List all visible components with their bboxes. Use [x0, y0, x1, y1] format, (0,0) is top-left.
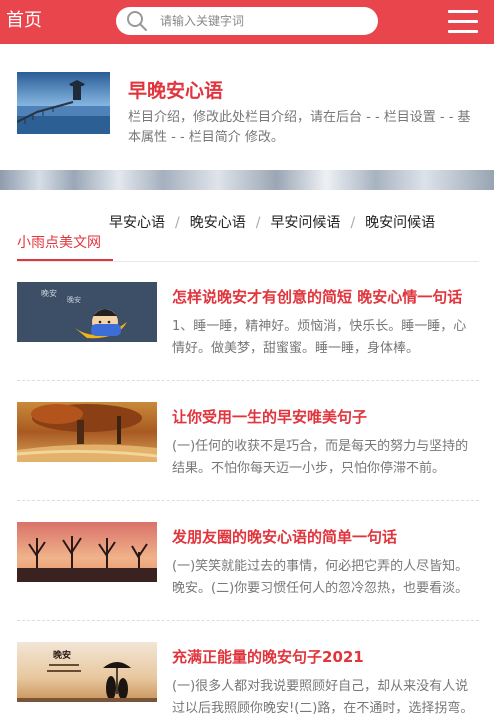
decorative-banner	[0, 170, 494, 190]
article-item[interactable]: 晚安 充满正能量的晚安句子2021 (一)很多人都对我说要照顾好自己，却从来没有…	[17, 642, 479, 728]
article-excerpt: (一)笑笑就能过去的事情，何必把它弄的人尽皆知。晚安。(二)你要习惯任何人的忽冷…	[172, 556, 477, 600]
article-excerpt-text: (一)笑笑就能过去的事情，何必把它弄的人尽皆知。晚安。(二)你要习惯任何人的忽冷…	[172, 559, 469, 596]
home-link[interactable]: 首页	[6, 9, 42, 33]
article-item[interactable]: 晚安 晚安 怎样说晚安才有创意的简短 晚安心情一句话 1、睡一睡，精神好。烦恼消…	[17, 282, 479, 380]
item-separator	[17, 380, 479, 381]
column-description: 栏目介绍，修改此处栏目介绍，请在后台 - - 栏目设置 - - 基本属性 - -…	[128, 110, 471, 145]
breadcrumb-item-morning-greeting[interactable]: 早安问候语	[270, 212, 340, 232]
breadcrumb-item-night-greeting[interactable]: 晚安问候语	[365, 212, 435, 232]
article-excerpt-text: (一)很多人都对我说要照顾好自己，却从来没有人说过以后我照顾你晚安!(二)路，在…	[172, 679, 474, 716]
breadcrumb-item-morning[interactable]: 早安心语	[109, 212, 165, 232]
hamburger-menu-icon[interactable]	[448, 10, 478, 34]
breadcrumb-item-night[interactable]: 晚安心语	[190, 212, 246, 232]
article-thumbnail[interactable]	[17, 522, 157, 582]
breadcrumb-separator: /	[255, 215, 261, 231]
svg-text:晚安: 晚安	[53, 649, 71, 661]
breadcrumb-separator: /	[175, 215, 180, 231]
svg-text:晚安: 晚安	[41, 288, 57, 298]
article-thumbnail[interactable]: 晚安	[17, 642, 157, 702]
column-intro: 早晚安心语 栏目介绍，修改此处栏目介绍，请在后台 - - 栏目设置 - - 基本…	[0, 54, 494, 170]
breadcrumb: 早安心语 / 晚安心语 / 早安问候语 / 晚安问候语	[109, 212, 435, 232]
column-thumbnail	[17, 72, 110, 134]
svg-text:晚安: 晚安	[67, 295, 81, 304]
article-title[interactable]: 让你受用一生的早安唯美句子	[172, 406, 469, 428]
search-input[interactable]	[160, 11, 360, 31]
article-thumbnail[interactable]: 晚安 晚安	[17, 282, 157, 342]
article-title[interactable]: 怎样说晚安才有创意的简短 晚安心情一句话	[172, 286, 469, 308]
site-name-link[interactable]: 小雨点美文网	[17, 233, 101, 253]
item-separator	[17, 620, 479, 621]
article-item[interactable]: 发朋友圈的晚安心语的简单一句话 (一)笑笑就能过去的事情，何必把它弄的人尽皆知。…	[17, 522, 479, 620]
article-title[interactable]: 充满正能量的晚安句子2021	[172, 646, 469, 668]
search-box[interactable]	[116, 7, 378, 35]
section-divider	[17, 261, 479, 262]
article-item[interactable]: 让你受用一生的早安唯美句子 (一)任何的收获不是巧合，而是每天的努力与坚持的结果…	[17, 402, 479, 500]
search-icon[interactable]	[126, 10, 148, 32]
article-excerpt-text: 1、睡一睡，精神好。烦恼消，快乐长。睡一睡，心情好。做美梦，甜蜜蜜。睡一睡，身体…	[172, 319, 467, 356]
article-title[interactable]: 发朋友圈的晚安心语的简单一句话	[172, 526, 469, 548]
article-thumbnail[interactable]	[17, 402, 157, 462]
article-excerpt: (一)很多人都对我说要照顾好自己，却从来没有人说过以后我照顾你晚安!(二)路，在…	[172, 676, 477, 720]
column-title[interactable]: 早晚安心语	[128, 78, 223, 104]
item-separator	[17, 500, 479, 501]
breadcrumb-separator: /	[350, 215, 356, 231]
top-header: 首页	[0, 0, 494, 44]
article-excerpt-text: (一)任何的收获不是巧合，而是每天的努力与坚持的结果。不怕你每天迈一小步，只怕你…	[172, 439, 469, 476]
article-excerpt: (一)任何的收获不是巧合，而是每天的努力与坚持的结果。不怕你每天迈一小步，只怕你…	[172, 436, 477, 480]
article-excerpt: 1、睡一睡，精神好。烦恼消，快乐长。睡一睡，心情好。做美梦，甜蜜蜜。睡一睡，身体…	[172, 316, 477, 360]
